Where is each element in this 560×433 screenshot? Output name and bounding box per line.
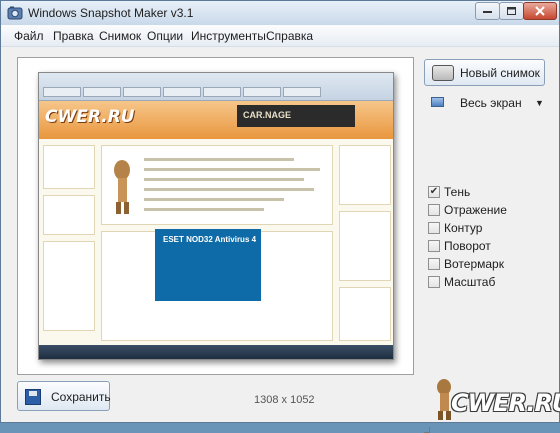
checkbox-box[interactable] [428,258,440,270]
title-bar[interactable]: Windows Snapshot Maker v3.1 [1,1,559,25]
thumbnail-product-image: ESET NOD32 Antivirus 4 [155,229,261,301]
checkbox-box[interactable] [428,222,440,234]
floppy-disk-icon [25,389,41,405]
save-label: Сохранить [51,390,111,404]
thumbnail-text-line [144,178,304,181]
preview-resize-grip[interactable] [424,427,430,433]
capture-mode-value: Весь экран [460,96,522,110]
thumbnail-right-box [339,211,391,281]
thumbnail-right-box [339,287,391,341]
snapshot-preview[interactable]: CWER.RU CAR.NAGE ESET NOD32 Antivirus 4 [17,57,430,433]
menu-edit[interactable]: Правка [53,29,94,43]
menu-bar: Файл Правка Снимок Опции Инструменты Спр… [1,25,559,47]
app-icon [7,6,23,20]
thumbnail-tab [123,87,161,97]
thumbnail-tab [243,87,281,97]
close-icon [535,6,545,16]
save-button[interactable]: Сохранить [17,381,111,411]
thumbnail-banner-text: CAR.NAGE [243,110,292,120]
thumbnail-product-text: ESET NOD32 Antivirus 4 [163,235,257,244]
maximize-button[interactable] [499,2,524,20]
thumbnail-text-line [144,188,314,191]
effect-watermark-checkbox[interactable]: Вотермарк [428,256,538,272]
effect-rotate-checkbox[interactable]: Поворот [428,238,538,254]
thumbnail-taskbar [39,345,393,359]
thumbnail-webpage: CWER.RU CAR.NAGE ESET NOD32 Antivirus 4 [39,101,393,345]
watermark-logo: CWER.RU [431,373,560,423]
window-title: Windows Snapshot Maker v3.1 [28,6,194,20]
minimize-button[interactable] [475,2,500,20]
effect-label: Контур [444,221,483,235]
effect-label: Поворот [444,239,491,253]
thumbnail-banner: CAR.NAGE [237,105,355,127]
thumbnail-tab [43,87,81,97]
thumbnail-tab [83,87,121,97]
thumbnail-left-box [43,195,95,235]
snapshot-thumbnail: CWER.RU CAR.NAGE ESET NOD32 Antivirus 4 [38,72,394,360]
menu-tools[interactable]: Инструменты [191,29,266,43]
thumbnail-site-logo: CWER.RU [45,107,135,127]
effect-scale-checkbox[interactable]: Масштаб [428,274,538,290]
effect-outline-checkbox[interactable]: Контур [428,220,538,236]
watermark-text: CWER.RU [451,389,560,417]
maximize-icon [507,7,516,15]
close-button[interactable] [523,2,557,20]
chevron-down-icon: ▼ [535,98,544,108]
effect-shadow-checkbox[interactable]: ✔ Тень [428,184,538,200]
checkbox-box[interactable] [428,240,440,252]
effect-label: Отражение [444,203,507,217]
thumbnail-right-box [339,145,391,205]
thumbnail-text-line [144,208,264,211]
monitor-icon [431,97,444,107]
checkbox-box[interactable] [428,276,440,288]
thumbnail-browser-toolbar [39,73,393,101]
checkbox-box[interactable] [428,204,440,216]
thumbnail-tab [163,87,201,97]
capture-mode-select[interactable]: Весь экран ▼ [429,95,547,111]
minimize-icon [483,11,492,13]
thumbnail-left-box [43,241,95,331]
effect-label: Масштаб [444,275,496,289]
new-snapshot-label: Новый снимок [460,66,540,80]
thumbnail-text-line [144,158,294,161]
menu-options[interactable]: Опции [147,29,183,43]
camera-icon [432,65,454,81]
thumbnail-site-header: CWER.RU CAR.NAGE [39,101,393,139]
thumbnail-tab [203,87,241,97]
new-snapshot-button[interactable]: Новый снимок [424,59,545,86]
checkbox-box[interactable]: ✔ [428,186,440,198]
thumbnail-tab [283,87,321,97]
thumbnail-coyote-image [114,160,130,214]
effect-label: Вотермарк [444,257,504,271]
effect-label: Тень [444,185,471,199]
menu-help[interactable]: Справка [266,29,313,43]
thumbnail-left-box [43,145,95,189]
menu-snapshot[interactable]: Снимок [99,29,141,43]
effect-reflection-checkbox[interactable]: Отражение [428,202,538,218]
image-dimensions: 1308 x 1052 [254,394,315,406]
menu-file[interactable]: Файл [14,29,44,43]
thumbnail-text-line [144,168,320,171]
thumbnail-text-line [144,198,284,201]
app-window: Windows Snapshot Maker v3.1 Файл Правка … [0,0,560,433]
thumbnail-article [101,145,333,225]
